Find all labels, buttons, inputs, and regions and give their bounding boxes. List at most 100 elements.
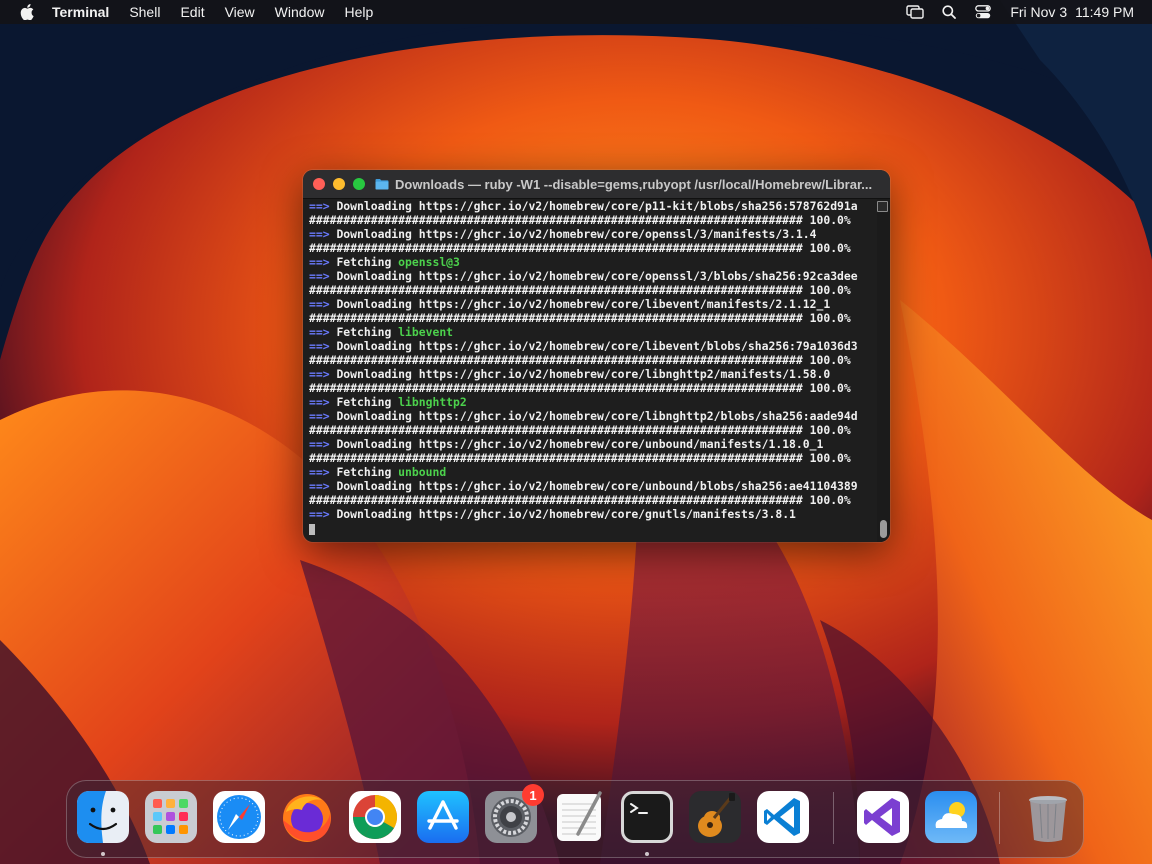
apple-menu-icon[interactable]: [20, 4, 34, 20]
dock-app-visual-studio[interactable]: [856, 790, 910, 844]
prompt-arrow: ==>: [309, 325, 330, 339]
progress-bar-text: ########################################…: [309, 423, 851, 437]
clock-date: Fri Nov 3: [1010, 4, 1068, 20]
menu-view[interactable]: View: [215, 0, 265, 24]
dock-app-garageband[interactable]: [688, 790, 742, 844]
scrollbar-thumb[interactable]: [880, 520, 887, 538]
control-center-icon[interactable]: [972, 0, 994, 24]
chrome-icon: [349, 791, 401, 843]
terminal-cursor-line: [309, 521, 881, 535]
prompt-arrow: ==>: [309, 507, 330, 521]
dock-app-textedit[interactable]: [552, 790, 606, 844]
menu-help[interactable]: Help: [334, 0, 383, 24]
terminal-line: ==> Downloading https://ghcr.io/v2/homeb…: [309, 479, 881, 493]
scrollbar-top-marker: [877, 201, 888, 212]
terminal-line: ########################################…: [309, 311, 881, 325]
terminal-line: ==> Downloading https://ghcr.io/v2/homeb…: [309, 339, 881, 353]
menu-window[interactable]: Window: [265, 0, 335, 24]
launchpad-icon: [145, 791, 197, 843]
prompt-arrow: ==>: [309, 479, 330, 493]
terminal-output[interactable]: ==> Downloading https://ghcr.io/v2/homeb…: [303, 199, 881, 542]
terminal-line: ########################################…: [309, 353, 881, 367]
line-text: Downloading https://ghcr.io/v2/homebrew/…: [336, 297, 831, 311]
dock-app-chrome[interactable]: [348, 790, 402, 844]
prompt-arrow: ==>: [309, 269, 330, 283]
line-text: Downloading https://ghcr.io/v2/homebrew/…: [336, 479, 858, 493]
prompt-arrow: ==>: [309, 409, 330, 423]
dock-app-terminal[interactable]: [620, 790, 674, 844]
terminal-line: ==> Downloading https://ghcr.io/v2/homeb…: [309, 227, 881, 241]
desktop[interactable]: Terminal Shell Edit View Window Help Fri…: [0, 0, 1152, 864]
dock-app-trash[interactable]: [1021, 790, 1075, 844]
menu-bar-clock[interactable]: Fri Nov 3 11:49 PM: [1010, 4, 1134, 20]
terminal-line: ==> Fetching libevent: [309, 325, 881, 339]
notification-badge: 1: [522, 784, 544, 806]
dock-app-system-settings[interactable]: 1: [484, 784, 544, 844]
menu-app-name[interactable]: Terminal: [48, 0, 119, 24]
dock-app-weather[interactable]: [924, 790, 978, 844]
line-text: Downloading https://ghcr.io/v2/homebrew/…: [336, 437, 824, 451]
progress-bar-text: ########################################…: [309, 283, 851, 297]
line-text: Downloading https://ghcr.io/v2/homebrew/…: [336, 507, 796, 521]
dock-app-vscode[interactable]: [756, 790, 810, 844]
terminal-line: ########################################…: [309, 381, 881, 395]
menu-shell[interactable]: Shell: [119, 0, 170, 24]
dock-app-firefox[interactable]: [280, 790, 334, 844]
zoom-window-button[interactable]: [353, 178, 365, 190]
terminal-line: ==> Downloading https://ghcr.io/v2/homeb…: [309, 297, 881, 311]
search-icon[interactable]: [938, 0, 960, 24]
vscode-icon: [757, 791, 809, 843]
terminal-line: ==> Fetching libnghttp2: [309, 395, 881, 409]
terminal-line: ########################################…: [309, 423, 881, 437]
weather-icon: [925, 791, 977, 843]
dock-app-app-store[interactable]: [416, 790, 470, 844]
line-text: Downloading https://ghcr.io/v2/homebrew/…: [336, 409, 858, 423]
prompt-arrow: ==>: [309, 227, 330, 241]
dock-separator: [999, 792, 1000, 844]
terminal-line: ==> Downloading https://ghcr.io/v2/homeb…: [309, 507, 881, 521]
prompt-arrow: ==>: [309, 297, 330, 311]
terminal-line: ########################################…: [309, 213, 881, 227]
prompt-arrow: ==>: [309, 437, 330, 451]
line-text: Fetching: [336, 465, 392, 479]
package-name: libnghttp2: [398, 395, 467, 409]
progress-bar-text: ########################################…: [309, 213, 851, 227]
terminal-line: ==> Fetching openssl@3: [309, 255, 881, 269]
package-name: unbound: [398, 465, 447, 479]
prompt-arrow: ==>: [309, 395, 330, 409]
dock-app-launchpad[interactable]: [144, 790, 198, 844]
text-cursor: [309, 523, 315, 535]
minimize-window-button[interactable]: [333, 178, 345, 190]
close-window-button[interactable]: [313, 178, 325, 190]
firefox-icon: [283, 794, 331, 842]
package-name: openssl@3: [398, 255, 460, 269]
window-title: Downloads — ruby -W1 --disable=gems,ruby…: [395, 176, 873, 192]
line-text: Downloading https://ghcr.io/v2/homebrew/…: [336, 269, 858, 283]
dock-app-finder[interactable]: [76, 790, 130, 844]
folder-icon: [375, 178, 389, 190]
terminal-line: ########################################…: [309, 493, 881, 507]
terminal-line: ==> Downloading https://ghcr.io/v2/homeb…: [309, 409, 881, 423]
terminal-line: ########################################…: [309, 283, 881, 297]
menu-bar: Terminal Shell Edit View Window Help Fri…: [0, 0, 1152, 24]
line-text: Fetching: [336, 255, 392, 269]
terminal-line: ==> Downloading https://ghcr.io/v2/homeb…: [309, 199, 881, 213]
progress-bar-text: ########################################…: [309, 353, 851, 367]
terminal-window[interactable]: Downloads — ruby -W1 --disable=gems,ruby…: [303, 170, 890, 542]
screen-mirroring-icon[interactable]: [904, 0, 926, 24]
window-titlebar[interactable]: Downloads — ruby -W1 --disable=gems,ruby…: [303, 170, 890, 199]
app-store-icon: [417, 791, 469, 843]
terminal-line: ==> Downloading https://ghcr.io/v2/homeb…: [309, 437, 881, 451]
prompt-arrow: ==>: [309, 339, 330, 353]
textedit-icon: [557, 791, 602, 841]
dock-app-safari[interactable]: [212, 790, 266, 844]
trash-icon: [1029, 796, 1067, 842]
terminal-icon: [621, 791, 673, 843]
line-text: Downloading https://ghcr.io/v2/homebrew/…: [336, 227, 817, 241]
menu-edit[interactable]: Edit: [170, 0, 214, 24]
line-text: Downloading https://ghcr.io/v2/homebrew/…: [336, 199, 858, 213]
menu-bar-status: Fri Nov 3 11:49 PM: [898, 0, 1152, 24]
clock-time: 11:49 PM: [1075, 4, 1134, 20]
progress-bar-text: ########################################…: [309, 451, 851, 465]
terminal-scrollbar[interactable]: [877, 199, 890, 542]
